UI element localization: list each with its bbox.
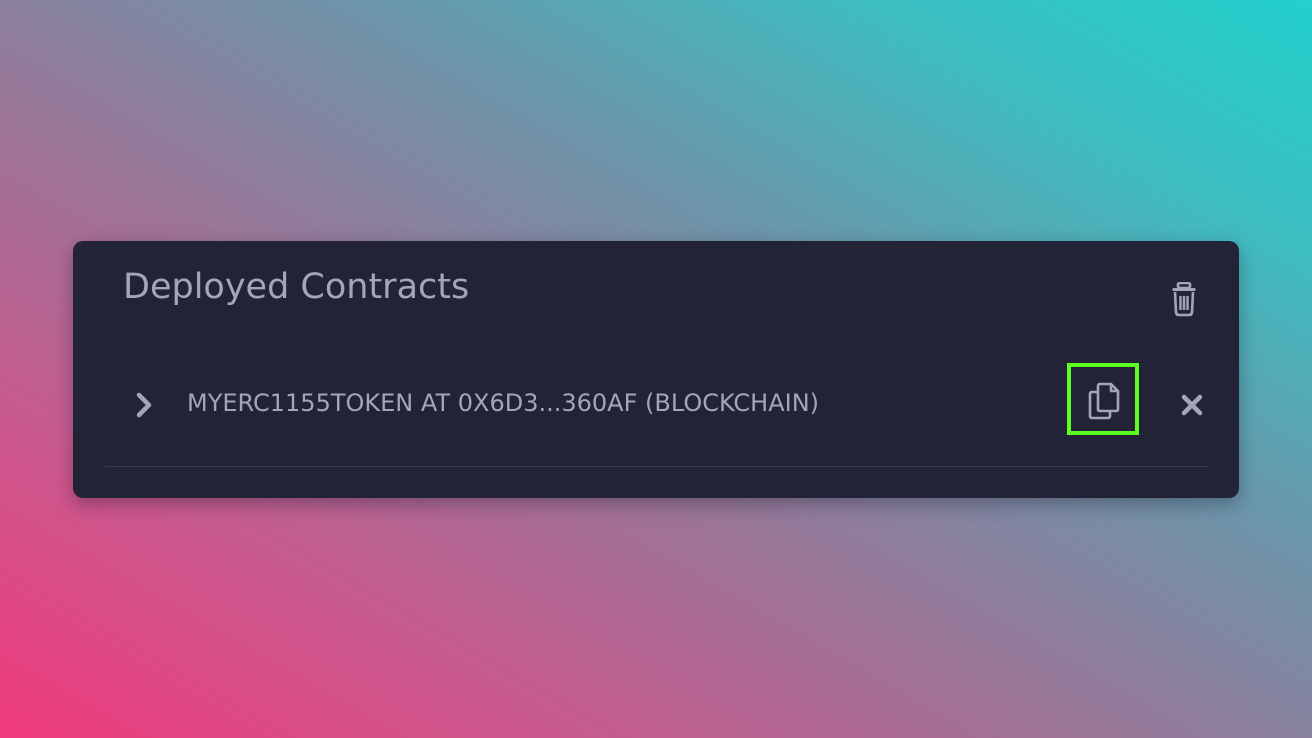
copy-icon bbox=[1088, 382, 1120, 420]
trash-icon bbox=[1172, 281, 1196, 317]
contract-label: MYERC1155TOKEN AT 0X6D3...360AF (BLOCKCH… bbox=[187, 389, 820, 417]
panel-title: Deployed Contracts bbox=[123, 267, 470, 307]
close-icon bbox=[1181, 394, 1203, 416]
row-divider bbox=[105, 466, 1209, 467]
expand-contract-button[interactable] bbox=[133, 390, 157, 420]
chevron-right-icon bbox=[136, 392, 152, 418]
clear-contracts-button[interactable] bbox=[1171, 281, 1203, 318]
deployed-contracts-panel: Deployed Contracts MYERC1155TOKEN AT 0X6… bbox=[73, 241, 1239, 498]
remove-contract-button[interactable] bbox=[1179, 392, 1205, 418]
contract-row: MYERC1155TOKEN AT 0X6D3...360AF (BLOCKCH… bbox=[105, 363, 1209, 467]
copy-address-button[interactable] bbox=[1067, 363, 1139, 435]
